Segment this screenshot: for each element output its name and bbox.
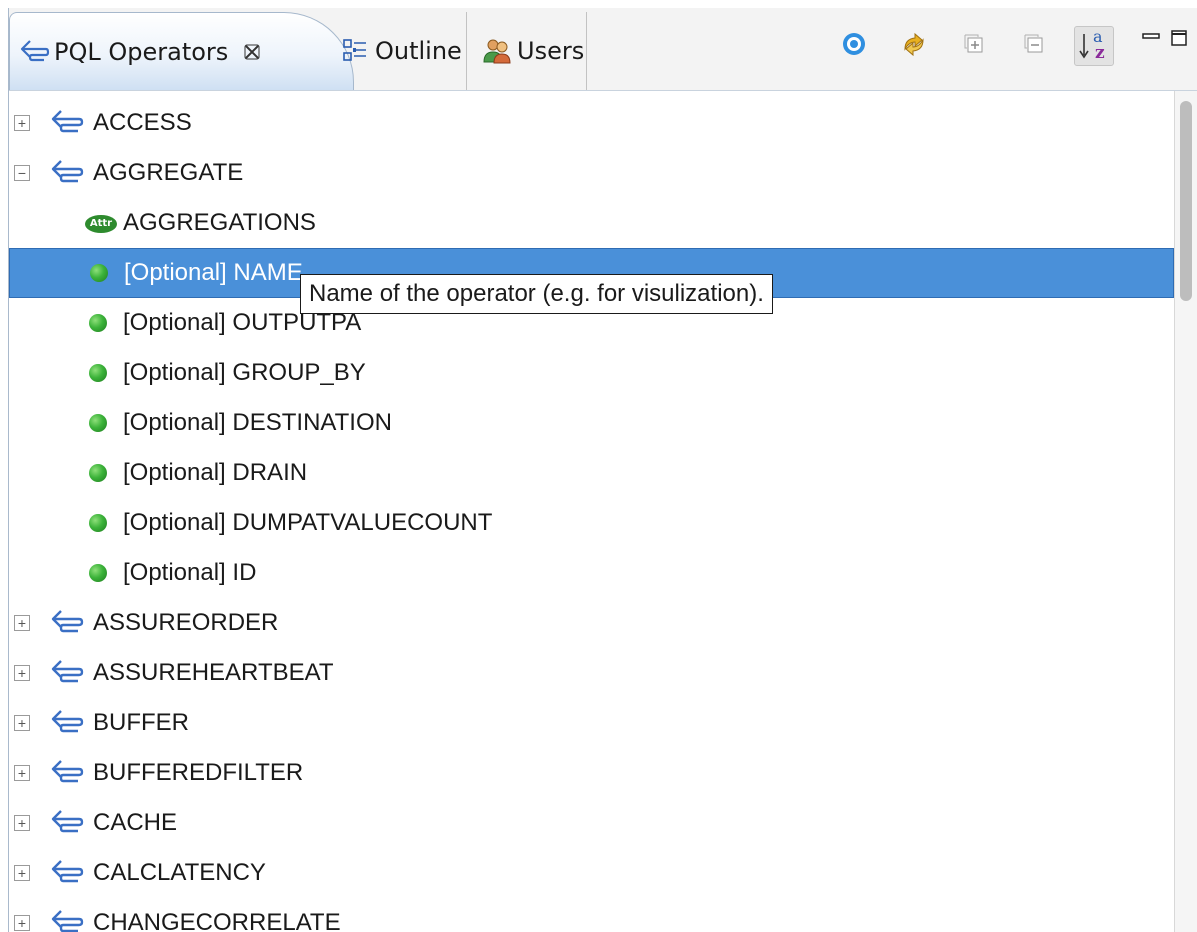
expand-all-button[interactable]: [954, 26, 994, 66]
operator-label: ASSUREHEARTBEAT: [93, 659, 334, 686]
operator-label: BUFFEREDFILTER: [93, 759, 304, 786]
parameter-label: [Optional] DRAIN: [123, 459, 308, 486]
expand-all-icon: [962, 32, 986, 60]
operator-row[interactable]: − AGGREGATE: [9, 148, 1174, 198]
parameter-dot-icon: [89, 314, 107, 332]
operator-row[interactable]: + ACCESS: [9, 98, 1174, 148]
operator-icon: [49, 858, 85, 888]
tab-outline[interactable]: Outline: [327, 12, 467, 90]
parameter-row[interactable]: [Optional] DRAIN: [9, 448, 1174, 498]
collapse-all-button[interactable]: [1014, 26, 1054, 66]
operator-icon: [49, 708, 85, 738]
collapse-toggle-icon[interactable]: −: [14, 165, 30, 181]
operator-row[interactable]: + ASSUREORDER: [9, 598, 1174, 648]
operator-row[interactable]: + BUFFEREDFILTER: [9, 748, 1174, 798]
expand-toggle-icon[interactable]: +: [14, 115, 30, 131]
expand-toggle-icon[interactable]: +: [14, 665, 30, 681]
operator-label: BUFFER: [93, 709, 189, 736]
operator-row[interactable]: + ASSUREHEARTBEAT: [9, 648, 1174, 698]
close-icon[interactable]: [242, 42, 262, 62]
tooltip-text: Name of the operator (e.g. for visulizat…: [309, 280, 764, 307]
sort-alphabetically-icon: a z: [1077, 27, 1111, 63]
operator-row[interactable]: + CALCLATENCY: [9, 848, 1174, 898]
parameter-dot-icon: [89, 564, 107, 582]
operator-row[interactable]: + CACHE: [9, 798, 1174, 848]
tab-label: Outline: [375, 37, 462, 65]
operator-label: AGGREGATE: [93, 159, 244, 186]
maximize-icon: [1169, 28, 1189, 52]
tab-pql-operators[interactable]: PQL Operators: [9, 12, 354, 90]
tab-users[interactable]: Users: [471, 12, 587, 90]
pql-operators-view: PQL Operators Outline Users a z + ACCESS…: [8, 8, 1197, 932]
expand-toggle-icon[interactable]: +: [14, 765, 30, 781]
operator-label: CACHE: [93, 809, 178, 836]
focus-button[interactable]: [834, 26, 874, 66]
parameter-row[interactable]: [Optional] DUMPATVALUECOUNT: [9, 498, 1174, 548]
window-controls: [1137, 26, 1193, 54]
operator-label: CALCLATENCY: [93, 859, 266, 886]
sort-glyph-z: z: [1095, 43, 1105, 63]
attribute-icon: Attr: [84, 213, 118, 233]
tab-label: Users: [517, 37, 585, 65]
operator-label: ASSUREORDER: [93, 609, 279, 636]
users-icon: [481, 35, 513, 67]
parameter-dot-icon: [89, 514, 107, 532]
minimize-button[interactable]: [1137, 26, 1165, 54]
attribute-badge-text: Attr: [89, 217, 113, 229]
operator-icon: [49, 808, 85, 838]
parameter-row[interactable]: [Optional] DESTINATION: [9, 398, 1174, 448]
collapse-all-icon: [1022, 32, 1046, 60]
expand-toggle-icon[interactable]: +: [14, 815, 30, 831]
operator-icon: [18, 36, 50, 68]
parameter-label: [Optional] DUMPATVALUECOUNT: [123, 509, 493, 536]
sort-alphabetically-button[interactable]: a z: [1074, 26, 1114, 66]
operator-icon: [49, 658, 85, 688]
parameter-row[interactable]: [Optional] GROUP_BY: [9, 348, 1174, 398]
parameter-dot-icon: [89, 414, 107, 432]
parameter-row[interactable]: [Optional] ID: [9, 548, 1174, 598]
parameter-label: [Optional] GROUP_BY: [123, 359, 366, 386]
expand-toggle-icon[interactable]: +: [14, 865, 30, 881]
expand-toggle-icon[interactable]: +: [14, 715, 30, 731]
operator-row[interactable]: + BUFFER: [9, 698, 1174, 748]
parameter-dot-icon: [89, 464, 107, 482]
expand-toggle-icon[interactable]: +: [14, 915, 30, 931]
focus-icon: [840, 30, 868, 62]
scrollbar-thumb[interactable]: [1180, 101, 1192, 301]
parameter-dot-icon: [89, 364, 107, 382]
operator-label: ACCESS: [93, 109, 192, 136]
minimize-icon: [1141, 28, 1161, 52]
parameter-label: [Optional] ID: [123, 559, 257, 586]
operator-tree[interactable]: + ACCESS − AGGREGATE Attr AGGREGATIONS [Option…: [9, 91, 1174, 932]
tooltip: Name of the operator (e.g. for visulizat…: [300, 274, 773, 314]
tab-label: PQL Operators: [54, 37, 229, 66]
parameter-label: [Optional] NAME: [124, 259, 303, 286]
link-sync-button[interactable]: [894, 26, 934, 66]
operator-icon: [49, 908, 85, 932]
operator-label: CHANGECORRELATE: [93, 909, 341, 932]
operator-icon: [49, 108, 85, 138]
expand-toggle-icon[interactable]: +: [14, 615, 30, 631]
attribute-row[interactable]: Attr AGGREGATIONS: [9, 198, 1174, 248]
maximize-button[interactable]: [1165, 26, 1193, 54]
tab-bar: PQL Operators Outline Users a z: [9, 8, 1197, 91]
parameter-dot-icon: [90, 264, 108, 282]
operator-icon: [49, 158, 85, 188]
operator-icon: [49, 758, 85, 788]
parameter-label: [Optional] DESTINATION: [123, 409, 392, 436]
operator-row[interactable]: + CHANGECORRELATE: [9, 898, 1174, 932]
vertical-scrollbar[interactable]: [1174, 91, 1197, 932]
outline-icon: [339, 35, 371, 67]
view-toolbar: a z: [834, 20, 1134, 72]
operator-icon: [49, 608, 85, 638]
attribute-label: AGGREGATIONS: [123, 209, 316, 236]
link-sync-icon: [899, 29, 929, 63]
